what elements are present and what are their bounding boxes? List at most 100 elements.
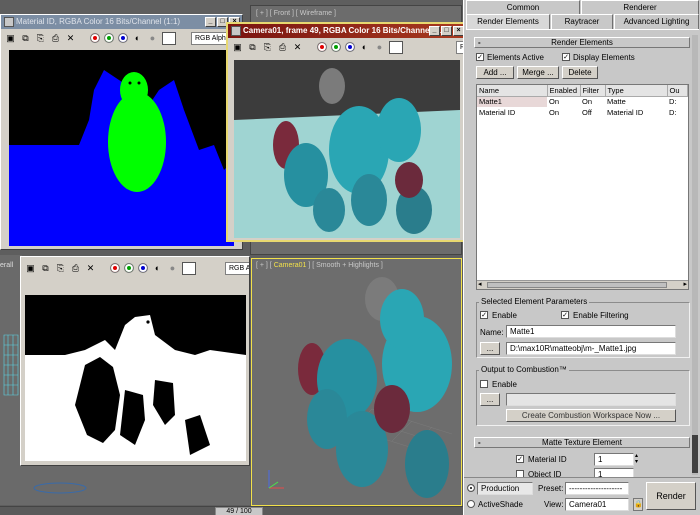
alpha-channel-icon[interactable]: ◐	[152, 263, 163, 274]
clone-window-icon[interactable]: ⎘	[262, 42, 273, 53]
green-channel-icon[interactable]	[124, 263, 134, 273]
minimize-icon[interactable]: _	[205, 17, 216, 27]
window-icon	[4, 17, 14, 27]
clear-icon[interactable]: ✕	[292, 42, 303, 53]
render-button[interactable]: Render	[646, 482, 696, 510]
color-swatch[interactable]	[162, 31, 176, 45]
camera-frame-window[interactable]: Camera01, frame 49, RGBA Color 16 Bits/C…	[226, 22, 468, 242]
scroll-left-icon[interactable]: ◂	[478, 280, 482, 288]
delete-button[interactable]: Delete	[562, 66, 598, 79]
element-filter: Off	[582, 108, 592, 117]
tab-render-elements[interactable]: Render Elements	[466, 14, 550, 29]
column-header-output[interactable]: Ou	[667, 85, 688, 97]
clear-icon[interactable]: ✕	[65, 33, 76, 44]
tab-advanced-lighting[interactable]: Advanced Lighting	[614, 14, 699, 29]
clone-window-icon[interactable]: ⎘	[55, 263, 66, 274]
color-swatch[interactable]	[389, 40, 403, 54]
print-icon[interactable]: ⎙	[277, 42, 288, 53]
combustion-enable-checkbox[interactable]	[480, 380, 488, 388]
material-id-titlebar[interactable]: Material ID, RGBA Color 16 Bits/Channel …	[1, 15, 242, 29]
red-channel-icon[interactable]	[110, 263, 120, 273]
save-image-icon[interactable]: ▣	[232, 42, 243, 53]
print-icon[interactable]: ⎙	[50, 33, 61, 44]
panel-scroll-thumb[interactable]	[692, 435, 698, 473]
create-combustion-workspace-button[interactable]: Create Combustion Workspace Now ...	[506, 409, 676, 422]
panel-scrollbar[interactable]	[692, 35, 698, 475]
horizontal-scrollbar[interactable]: ◂ ▸	[477, 280, 688, 289]
red-channel-icon[interactable]	[317, 42, 327, 52]
color-swatch[interactable]	[182, 261, 196, 275]
display-elements-checkbox[interactable]: ✓	[562, 53, 570, 61]
blue-channel-icon[interactable]	[345, 42, 355, 52]
tab-common[interactable]: Common	[466, 0, 580, 15]
save-image-icon[interactable]: ▣	[5, 33, 16, 44]
left-viewport-label: erall	[0, 262, 14, 269]
element-output: D:	[669, 108, 677, 117]
browse-output-button[interactable]: ...	[480, 342, 500, 355]
render-elements-rollout-header[interactable]: - Render Elements	[474, 37, 690, 48]
time-slider[interactable]: 49 / 100	[0, 506, 463, 515]
output-path-field[interactable]: D:\max10R\matteobj\m-_Matte1.jpg	[506, 342, 676, 355]
alpha-channel-icon[interactable]: ◐	[132, 33, 143, 44]
copy-image-icon[interactable]: ⧉	[40, 263, 51, 274]
material-id-checkbox[interactable]: ✓	[516, 455, 524, 463]
add-button[interactable]: Add ...	[476, 66, 514, 79]
enable-filtering-checkbox[interactable]: ✓	[561, 311, 569, 319]
matte-texture-rollout-header[interactable]: - Matte Texture Element	[474, 437, 690, 448]
material-id-render	[9, 70, 234, 246]
time-slider-thumb[interactable]: 49 / 100	[215, 507, 263, 515]
column-header-enabled[interactable]: Enabled	[547, 85, 581, 97]
preset-dropdown[interactable]: --------------------	[565, 482, 629, 495]
clear-icon[interactable]: ✕	[85, 263, 96, 274]
blue-channel-icon[interactable]	[118, 33, 128, 43]
material-id-spinner[interactable]: 1	[594, 453, 634, 466]
blue-channel-icon[interactable]	[138, 263, 148, 273]
channel-dropdown[interactable]: RGB A	[225, 262, 249, 275]
elements-list[interactable]: Name Enabled Filter Type Ou Matte1 On On…	[476, 84, 689, 290]
green-channel-icon[interactable]	[331, 42, 341, 52]
column-header-filter[interactable]: Filter	[580, 85, 606, 97]
combustion-path-field[interactable]	[506, 393, 676, 406]
material-id-spinner-arrows[interactable]: ▴ ▾	[635, 453, 638, 465]
front-viewport-label[interactable]: [ + ] [ Front ] [ Wireframe ]	[256, 10, 336, 17]
mono-icon[interactable]: ●	[374, 42, 385, 53]
scroll-thumb[interactable]	[487, 282, 667, 288]
tab-renderer[interactable]: Renderer	[581, 0, 699, 15]
window-buttons: _ □ ×	[429, 26, 464, 36]
table-row[interactable]: Matte1 On On Matte D:	[477, 96, 688, 107]
table-row[interactable]: Material ID On Off Material ID D:	[477, 107, 688, 118]
name-field[interactable]: Matte1	[506, 325, 676, 338]
material-id-frame-window[interactable]: Material ID, RGBA Color 16 Bits/Channel …	[0, 14, 243, 250]
red-channel-icon[interactable]	[90, 33, 100, 43]
column-header-type[interactable]: Type	[605, 85, 668, 97]
element-type: Matte	[607, 97, 626, 107]
alpha-channel-icon[interactable]: ◐	[359, 42, 370, 53]
column-header-name[interactable]: Name	[477, 85, 548, 97]
print-icon[interactable]: ⎙	[70, 263, 81, 274]
clone-window-icon[interactable]: ⎘	[35, 33, 46, 44]
tab-raytracer[interactable]: Raytracer	[551, 14, 613, 29]
mono-icon[interactable]: ●	[147, 33, 158, 44]
activeshade-radio[interactable]	[467, 500, 475, 508]
copy-image-icon[interactable]: ⧉	[20, 33, 31, 44]
green-channel-icon[interactable]	[104, 33, 114, 43]
matte-frame-window[interactable]: ▣ ⧉ ⎘ ⎙ ✕ ◐ ● RGB A	[20, 256, 250, 466]
merge-button[interactable]: Merge ...	[517, 66, 559, 79]
enable-checkbox[interactable]: ✓	[480, 311, 488, 319]
scroll-right-icon[interactable]: ▸	[683, 280, 687, 288]
save-image-icon[interactable]: ▣	[25, 263, 36, 274]
mono-icon[interactable]: ●	[167, 263, 178, 274]
elements-table: Name Enabled Filter Type Ou Matte1 On On…	[477, 85, 688, 118]
view-dropdown[interactable]: Camera01	[565, 498, 629, 511]
minimize-icon[interactable]: _	[429, 26, 440, 36]
production-dropdown[interactable]: Production	[477, 482, 533, 495]
copy-image-icon[interactable]: ⧉	[247, 42, 258, 53]
elements-active-checkbox[interactable]: ✓	[476, 53, 484, 61]
combustion-browse-button[interactable]: ...	[480, 393, 500, 406]
camera-titlebar[interactable]: Camera01, frame 49, RGBA Color 16 Bits/C…	[228, 24, 466, 38]
maximize-icon[interactable]: □	[441, 26, 452, 36]
production-radio[interactable]	[467, 484, 475, 492]
lock-view-icon[interactable]: 🔒	[633, 498, 643, 511]
matte-render	[25, 315, 246, 461]
camera-viewport[interactable]: [ + ] [ Camera01 ] [ Smooth + Highlights…	[251, 258, 462, 506]
